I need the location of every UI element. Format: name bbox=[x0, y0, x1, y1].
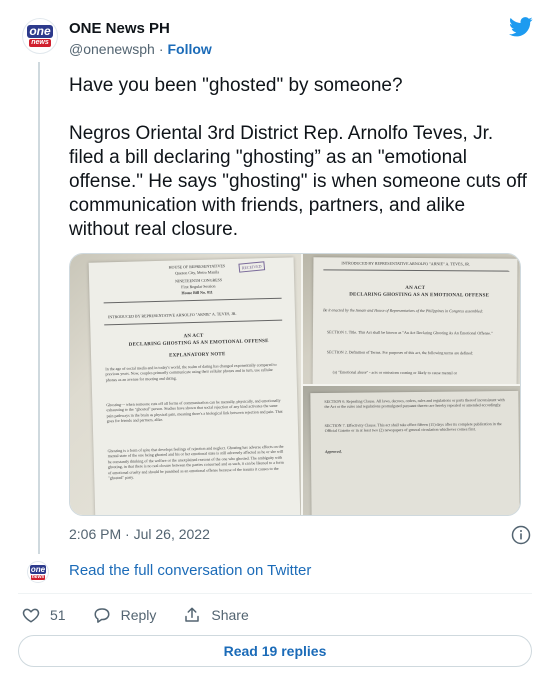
doc-explanatory-note: EXPLANATORY NOTE bbox=[169, 352, 226, 359]
divider bbox=[18, 593, 532, 594]
tweet-actions: 51 Reply Share bbox=[22, 605, 276, 625]
doc-paragraph: In the age of social media and in today'… bbox=[105, 361, 277, 383]
doc-rule bbox=[103, 297, 282, 304]
share-label: Share bbox=[211, 607, 249, 623]
info-icon[interactable] bbox=[511, 525, 531, 545]
separator-dot: · bbox=[158, 41, 164, 57]
tweet-text: Have you been "ghosted" by someone? Negr… bbox=[69, 75, 527, 240]
received-stamp: RECEIVED bbox=[238, 261, 265, 273]
doc-header-line: First Regular Session bbox=[181, 283, 216, 290]
document-page: HOUSE OF REPRESENTATIVES Quezon City, Me… bbox=[88, 257, 301, 515]
doc-act-subtitle: DECLARING GHOSTING AS AN EMOTIONAL OFFEN… bbox=[349, 292, 490, 299]
thread-line bbox=[38, 62, 40, 554]
share-button[interactable]: Share bbox=[183, 606, 249, 624]
doc-paragraph: Ghosting is a form of spite that develop… bbox=[107, 443, 284, 481]
document-page: INTRODUCED BY REPRESENTATIVE ARNOLFO "AR… bbox=[312, 257, 518, 384]
tweet-media-grid[interactable]: HOUSE OF REPRESENTATIVES Quezon City, Me… bbox=[69, 253, 521, 516]
author-avatar[interactable]: one news bbox=[22, 18, 58, 54]
avatar-logo-one: one bbox=[27, 24, 53, 38]
reply-label: Reply bbox=[120, 607, 157, 623]
avatar-logo-news: news bbox=[30, 573, 46, 580]
author-name[interactable]: ONE News PH bbox=[69, 20, 170, 37]
follow-button[interactable]: Follow bbox=[168, 41, 212, 57]
doc-act-subtitle: DECLARING GHOSTING AS AN EMOTIONAL OFFEN… bbox=[128, 339, 269, 348]
embedded-tweet-card: one news ONE News PH @onenewsph · Follow H… bbox=[0, 0, 550, 683]
media-photo-1[interactable]: HOUSE OF REPRESENTATIVES Quezon City, Me… bbox=[70, 254, 301, 515]
doc-section: SECTION 1. Title. This Act shall be know… bbox=[326, 329, 493, 336]
doc-paragraph: Ghosting— when someone cuts off all form… bbox=[106, 397, 283, 424]
doc-enacting-clause: Be it enacted by the Senate and House of… bbox=[323, 307, 484, 314]
doc-introduced-by: INTRODUCED BY REPRESENTATIVE ARNOLFO "AR… bbox=[341, 260, 470, 267]
heart-icon bbox=[22, 608, 40, 623]
like-button[interactable]: 51 bbox=[22, 606, 66, 624]
read-replies-button[interactable]: Read 19 replies bbox=[18, 635, 532, 667]
like-count: 51 bbox=[50, 607, 66, 623]
doc-introduced-by: INTRODUCED BY REPRESENTATIVE ARNOLFO "AR… bbox=[107, 310, 237, 320]
doc-act-title: AN ACT bbox=[405, 285, 426, 292]
avatar-logo-one: one bbox=[29, 564, 47, 574]
doc-header-line: Quezon City, Metro Manila bbox=[174, 269, 220, 276]
doc-bill-number: House Bill No. 811 bbox=[181, 289, 213, 296]
doc-section: SECTION 6. Repealing Clause. All laws, d… bbox=[324, 397, 505, 410]
avatar-logo-news: news bbox=[29, 39, 51, 47]
doc-section: SECTION 7. Effectivity Clause. This act … bbox=[324, 421, 502, 434]
reply-button[interactable]: Reply bbox=[93, 606, 157, 624]
doc-rule bbox=[104, 319, 283, 326]
tweet-timestamp[interactable]: 2:06 PM · Jul 26, 2022 bbox=[69, 526, 210, 542]
author-handle[interactable]: @onenewsph bbox=[69, 41, 155, 57]
doc-act-title: AN ACT bbox=[183, 333, 204, 340]
author-avatar-small[interactable]: one news bbox=[27, 561, 49, 583]
doc-section: SECTION 2. Definition of Terms. For purp… bbox=[326, 349, 474, 356]
speech-bubble-icon bbox=[94, 608, 110, 623]
doc-approved: Approved, bbox=[324, 448, 342, 454]
media-photo-3[interactable]: SECTION 6. Repealing Clause. All laws, d… bbox=[303, 386, 520, 515]
read-conversation-link[interactable]: Read the full conversation on Twitter bbox=[69, 562, 311, 579]
doc-rule bbox=[323, 269, 510, 272]
share-arrow-icon bbox=[185, 607, 200, 622]
media-photo-2[interactable]: INTRODUCED BY REPRESENTATIVE ARNOLFO "AR… bbox=[303, 254, 520, 384]
document-page: SECTION 6. Repealing Clause. All laws, d… bbox=[310, 390, 520, 515]
author-handle-row: @onenewsph · Follow bbox=[69, 41, 212, 57]
doc-section: (a) "Emotional abuse" - acts or omission… bbox=[332, 369, 457, 376]
twitter-bird-icon[interactable] bbox=[509, 17, 533, 37]
